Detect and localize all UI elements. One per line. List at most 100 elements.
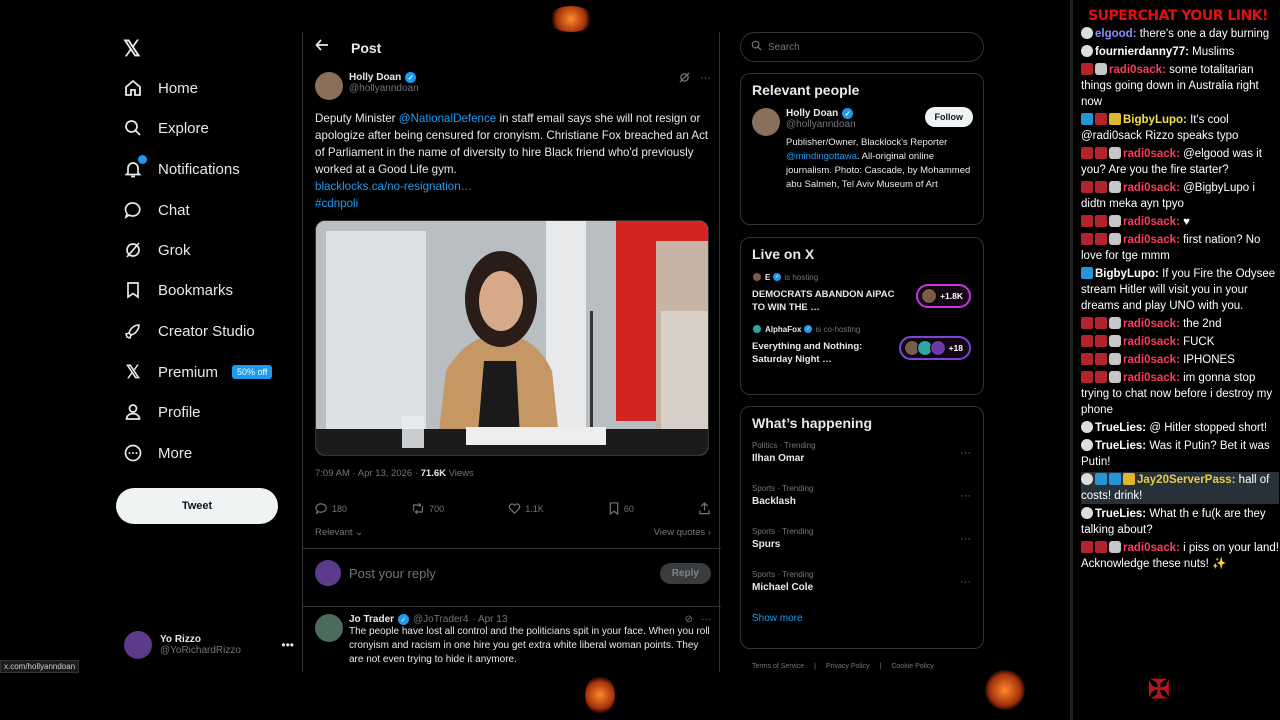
repost-action[interactable]: 700 [411, 502, 444, 515]
chat-username[interactable]: radi0sack: [1123, 148, 1180, 160]
chat-username[interactable]: radi0sack: [1109, 64, 1166, 76]
more-dots-icon[interactable]: ··· [700, 72, 711, 100]
post-timestamp[interactable]: 7:09 AM · Apr 13, 2026 · [315, 468, 421, 479]
nav-home[interactable]: Home [122, 70, 198, 106]
author-avatar[interactable] [315, 72, 343, 100]
chat-username[interactable]: BigbyLupo: [1123, 114, 1187, 126]
bookmark-action[interactable]: 60 [608, 502, 634, 515]
reply-date[interactable]: · Apr 13 [472, 614, 507, 625]
terms-link[interactable]: Terms of Service [752, 663, 804, 670]
chat-username[interactable]: radi0sack: [1123, 354, 1180, 366]
reply-author-name[interactable]: Jo Trader [349, 614, 394, 625]
trend-item[interactable]: Sports · Trending Michael Cole ··· [741, 564, 983, 607]
relevant-people-title: Relevant people [752, 82, 860, 98]
trend-category: Politics · Trending [752, 441, 816, 450]
x-logo-icon[interactable]: 𝕏 [123, 36, 141, 62]
author-name[interactable]: Holly Doan [349, 72, 401, 83]
author-handle[interactable]: @hollyanndoan [349, 83, 419, 94]
nav-grok[interactable]: Grok [122, 232, 191, 268]
hashtag-link[interactable]: #cdnpoli [315, 197, 358, 210]
follow-button[interactable]: Follow [924, 107, 973, 127]
nav-profile[interactable]: Profile [122, 394, 201, 430]
more-dots-icon[interactable]: ••• [281, 638, 294, 652]
chat-username[interactable]: BigbyLupo: [1095, 268, 1159, 280]
nav-notifications[interactable]: Notifications [122, 151, 240, 187]
tweet-button[interactable]: Tweet [116, 488, 278, 524]
nav-explore[interactable]: Explore [122, 110, 209, 146]
chat-username[interactable]: fournierdanny77: [1095, 46, 1189, 58]
listener-count: +1.8K [940, 291, 963, 301]
chat-username[interactable]: TrueLies: [1095, 440, 1146, 452]
sort-dropdown[interactable]: Relevant ⌄ [315, 527, 363, 538]
more-dots-icon[interactable]: ··· [701, 614, 711, 625]
trend-item[interactable]: Sports · Trending Spurs ··· [741, 521, 983, 564]
reply-tweet[interactable]: Jo Trader ✓ @JoTrader4 · Apr 13 ⊘ ··· The… [315, 614, 711, 667]
nav-grok-label: Grok [158, 241, 191, 259]
grey-badge-icon [1109, 371, 1121, 383]
nav-creator-studio[interactable]: Creator Studio [122, 313, 255, 349]
post-photo[interactable] [315, 220, 709, 456]
grey-badge-icon [1109, 147, 1121, 159]
article-link[interactable]: blacklocks.ca/no-resignation… [315, 180, 472, 193]
chat-username[interactable]: TrueLies: [1095, 422, 1146, 434]
red-badge-icon [1095, 215, 1107, 227]
reply-action[interactable]: 180 [315, 502, 347, 515]
chat-message: radi0sack: the 2nd [1081, 316, 1279, 332]
listener-count-badge: +18 [898, 336, 971, 360]
view-quotes-link[interactable]: View quotes › [654, 527, 711, 538]
chat-log[interactable]: elgood: there's one a day burning fournie… [1081, 26, 1279, 666]
reply-composer[interactable]: Post your reply Reply [315, 557, 711, 589]
post-meta: 7:09 AM · Apr 13, 2026 · 71.6K Views [315, 468, 474, 479]
chat-username[interactable]: radi0sack: [1123, 234, 1180, 246]
relevant-person[interactable]: Holly Doan ✓ @hollyanndoan Publisher/Owne… [741, 98, 983, 192]
nav-premium[interactable]: 𝕏 Premium 50% off [122, 354, 273, 390]
chat-username[interactable]: radi0sack: [1123, 216, 1180, 228]
back-arrow-icon[interactable] [315, 38, 329, 57]
chat-username[interactable]: elgood: [1095, 28, 1137, 40]
blue-badge-icon [1095, 473, 1107, 485]
chat-username[interactable]: radi0sack: [1123, 336, 1180, 348]
live-host-name: AlphaFox [765, 324, 802, 334]
url-tooltip: x.com/hollyanndoan [0, 660, 80, 673]
reply-author-avatar[interactable] [315, 614, 343, 642]
trend-name: Ilhan Omar [752, 453, 805, 464]
more-dots-icon[interactable]: ··· [960, 576, 971, 588]
chat-username[interactable]: TrueLies: [1095, 508, 1146, 520]
reply-input[interactable]: Post your reply [349, 566, 436, 581]
more-dots-icon[interactable]: ··· [960, 533, 971, 545]
account-switcher[interactable]: Yo Rizzo @YoRichardRizzo ••• [124, 628, 294, 662]
person-bio: Publisher/Owner, Blacklock's Reporter @m… [786, 136, 972, 192]
trend-item[interactable]: Sports · Trending Backlash ··· [741, 478, 983, 521]
nav-bookmarks[interactable]: Bookmarks [122, 272, 233, 308]
red-badge-icon [1095, 317, 1107, 329]
reply-button[interactable]: Reply [659, 562, 711, 584]
grok-icon[interactable] [679, 72, 690, 100]
search-input[interactable]: Search [740, 32, 984, 62]
bio-mention-link[interactable]: @mindingottawa [786, 151, 857, 162]
chat-username[interactable]: radi0sack: [1123, 182, 1180, 194]
chat-message: BigbyLupo: If you Fire the Odysee stream… [1081, 266, 1279, 314]
live-space-item[interactable]: AlphaFox ✓ is co-hosting Everything and No… [741, 314, 983, 366]
more-dots-icon[interactable]: ··· [960, 447, 971, 459]
show-more-link[interactable]: Show more [741, 607, 983, 630]
chat-username[interactable]: Jay20ServerPass: [1137, 474, 1235, 486]
chat-username[interactable]: radi0sack: [1123, 372, 1180, 384]
nav-more[interactable]: More [122, 435, 192, 471]
chat-username[interactable]: radi0sack: [1123, 542, 1180, 554]
chat-message: radi0sack: FUCK [1081, 334, 1279, 350]
grok-icon[interactable]: ⊘ [685, 614, 693, 625]
reply-author-handle[interactable]: @JoTrader4 [413, 614, 468, 625]
live-on-x-panel: Live on X E ✓ is hosting DEMOCRATS ABANDON… [740, 237, 984, 395]
share-icon[interactable] [698, 502, 711, 515]
trend-item[interactable]: Politics · Trending Ilhan Omar ··· [741, 435, 983, 478]
live-space-item[interactable]: E ✓ is hosting DEMOCRATS ABANDON AIPAC TO … [741, 262, 983, 314]
nav-chat[interactable]: Chat [122, 192, 190, 228]
cookie-link[interactable]: Cookie Policy [891, 663, 933, 670]
privacy-link[interactable]: Privacy Policy [826, 663, 870, 670]
more-dots-icon[interactable]: ··· [960, 490, 971, 502]
chat-username[interactable]: radi0sack: [1123, 318, 1180, 330]
person-name[interactable]: Holly Doan [786, 108, 838, 119]
nav-bookmarks-label: Bookmarks [158, 281, 234, 299]
mention-link[interactable]: @NationalDefence [399, 112, 497, 125]
like-action[interactable]: 1.1K [508, 502, 544, 515]
